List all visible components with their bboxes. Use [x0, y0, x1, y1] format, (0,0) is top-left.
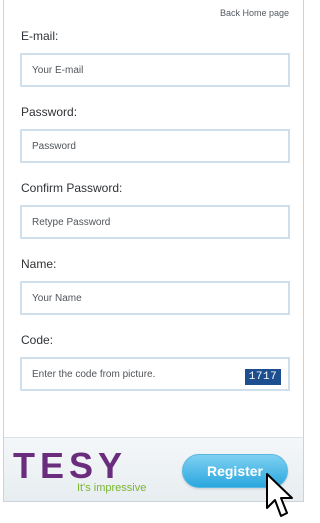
email-field[interactable]: Your E-mail — [20, 53, 290, 87]
name-field[interactable]: Your Name — [20, 281, 290, 315]
form-footer: TESY It's impressive Register — [4, 437, 303, 501]
confirm-password-placeholder: Retype Password — [32, 216, 111, 228]
password-placeholder: Password — [32, 140, 76, 152]
email-label: E-mail: — [21, 29, 59, 43]
email-placeholder: Your E-mail — [32, 64, 84, 76]
tesy-logo: TESY — [13, 445, 128, 486]
confirm-password-field[interactable]: Retype Password — [20, 205, 290, 239]
code-label: Code: — [21, 333, 54, 347]
registration-panel: Back Home page E-mail: Your E-mail Passw… — [3, 0, 304, 502]
confirm-password-label: Confirm Password: — [21, 181, 123, 195]
captcha-image: 1717 — [245, 369, 281, 385]
mouse-pointer-icon — [266, 473, 293, 517]
password-field[interactable]: Password — [20, 129, 290, 163]
code-placeholder: Enter the code from picture. — [32, 368, 156, 380]
tagline: It's impressive — [77, 482, 147, 494]
name-label: Name: — [21, 257, 57, 271]
password-label: Password: — [21, 105, 78, 119]
back-home-link[interactable]: Back Home page — [220, 8, 289, 18]
code-field[interactable]: Enter the code from picture. 1717 — [20, 357, 290, 391]
name-placeholder: Your Name — [32, 292, 82, 304]
